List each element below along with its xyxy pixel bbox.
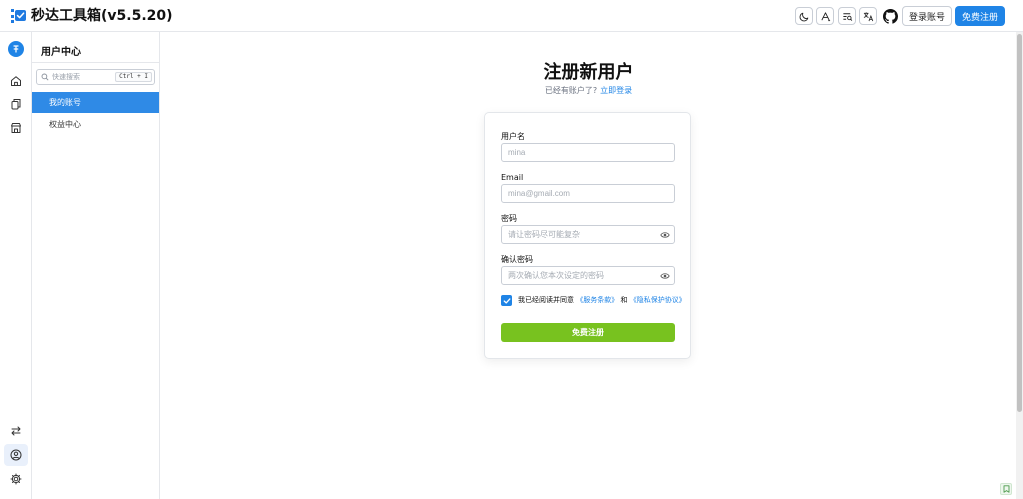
sidebar-divider — [32, 62, 159, 63]
signup-header-button[interactable]: 免费注册 — [955, 6, 1005, 26]
agree-and: 和 — [620, 296, 628, 304]
agree-prefix: 我已经阅读并同意 — [518, 296, 574, 304]
login-link[interactable]: 立即登录 — [600, 86, 632, 95]
login-prompt-text: 已经有账户了? — [544, 86, 598, 95]
terms-link[interactable]: 《服务条款》 — [576, 296, 618, 304]
app-logo-icon — [11, 9, 26, 23]
moon-icon — [799, 12, 808, 21]
home-icon — [11, 76, 21, 86]
rail-bookmarks-button[interactable] — [8, 96, 24, 112]
rail-switch-button[interactable] — [8, 423, 24, 439]
user-circle-icon — [10, 449, 22, 461]
rail-user-button[interactable] — [8, 447, 24, 463]
username-label: 用户名 — [501, 132, 525, 141]
agree-text: 我已经阅读并同意 《服务条款》 和 《隐私保护协议》 — [518, 295, 686, 306]
swap-arrows-icon — [11, 426, 21, 436]
password-input[interactable] — [501, 225, 675, 244]
bookmark-icon — [1003, 485, 1009, 493]
text-format-icon — [820, 11, 830, 21]
confirm-password-label: 确认密码 — [501, 255, 533, 264]
sidebar-title: 用户中心 — [41, 47, 81, 58]
username-input[interactable] — [501, 143, 675, 162]
search-icon — [41, 73, 49, 81]
search-list-button[interactable] — [838, 7, 856, 25]
page-title: 注册新用户 — [543, 62, 634, 83]
user-badge-icon — [13, 45, 19, 53]
confirm-password-input[interactable] — [501, 266, 675, 285]
register-submit-button[interactable]: 免费注册 — [501, 323, 675, 342]
gear-icon — [10, 473, 22, 485]
sidebar-search-input[interactable]: 快速搜索 Ctrl + I — [36, 69, 155, 85]
rail-home-button[interactable] — [8, 73, 24, 89]
translate-icon — [863, 11, 873, 21]
page-scrollbar[interactable] — [1016, 32, 1023, 499]
user-avatar[interactable] — [8, 41, 24, 57]
app-title: 秒达工具箱(v5.5.20) — [31, 8, 173, 24]
email-label: Email — [501, 173, 524, 182]
email-input[interactable] — [501, 184, 675, 203]
login-button[interactable]: 登录账号 — [902, 6, 952, 26]
bookmark-corner-button[interactable] — [1000, 483, 1012, 495]
user-center-sidebar: 用户中心 快速搜索 Ctrl + I 我的账号 权益中心 — [32, 32, 160, 499]
translate-button[interactable] — [859, 7, 877, 25]
font-button[interactable] — [816, 7, 834, 25]
github-icon — [882, 8, 898, 24]
sidebar-item-my-account[interactable]: 我的账号 — [32, 92, 159, 113]
search-placeholder: 快速搜索 — [52, 73, 80, 81]
register-form-card: 用户名 Email 密码 确认密码 我已经阅读并同意 《服务条款》 和 《隐私保… — [484, 112, 691, 359]
password-label: 密码 — [501, 214, 517, 223]
eye-icon[interactable] — [660, 231, 670, 239]
checkmark-icon — [503, 297, 510, 304]
store-icon — [11, 123, 21, 133]
search-shortcut-badge: Ctrl + I — [115, 72, 152, 82]
github-button[interactable] — [881, 7, 899, 25]
app-header: 秒达工具箱(v5.5.20) 登录账号 免费注册 — [0, 0, 1023, 32]
icon-rail — [0, 32, 32, 499]
login-prompt: 已经有账户了? 立即登录 — [160, 86, 1017, 96]
sidebar-item-benefits[interactable]: 权益中心 — [32, 114, 159, 135]
rail-store-button[interactable] — [8, 120, 24, 136]
scrollbar-thumb[interactable] — [1017, 34, 1022, 412]
privacy-link[interactable]: 《隐私保护协议》 — [630, 296, 686, 304]
search-list-icon — [842, 12, 852, 21]
copy-icon — [11, 99, 21, 110]
rail-settings-button[interactable] — [8, 471, 24, 487]
theme-toggle-button[interactable] — [795, 7, 813, 25]
eye-icon[interactable] — [660, 272, 670, 280]
agree-checkbox[interactable] — [501, 295, 512, 306]
